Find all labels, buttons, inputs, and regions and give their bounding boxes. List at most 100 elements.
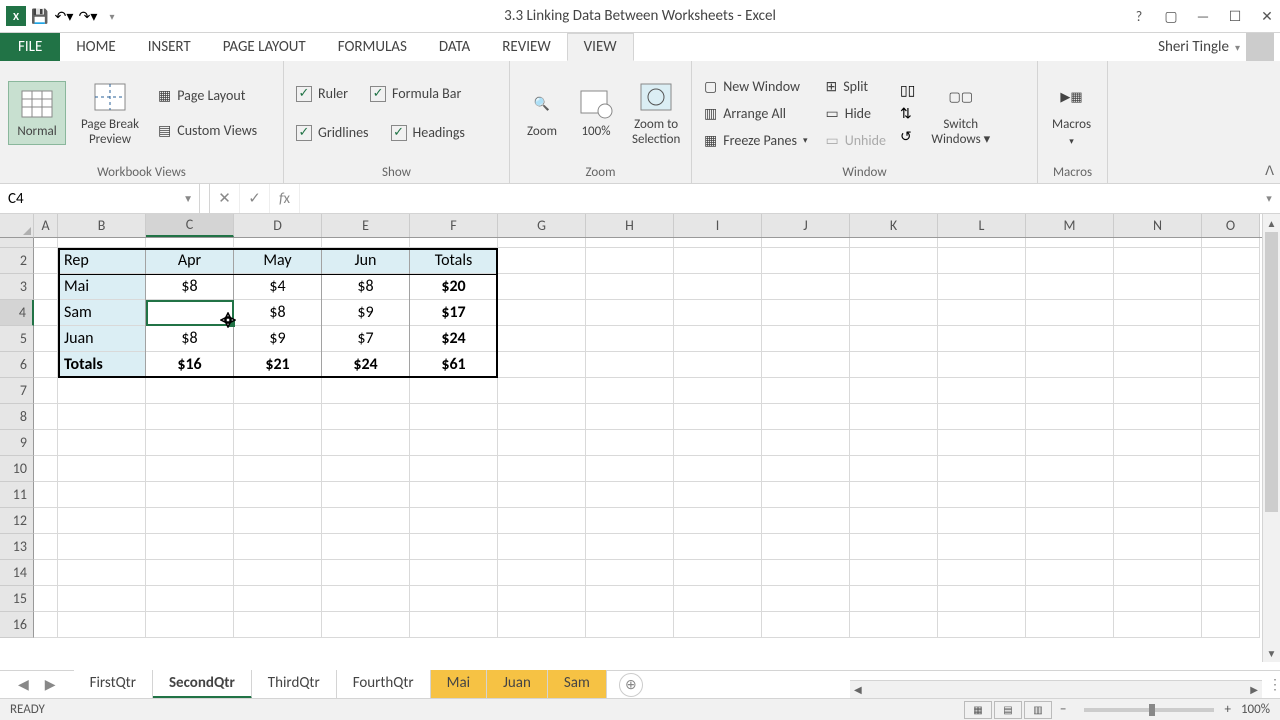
col-header-J[interactable]: J	[762, 214, 850, 237]
fx-icon[interactable]: fx	[270, 184, 300, 213]
col-header-F[interactable]: F	[410, 214, 498, 237]
cell-J13[interactable]	[762, 534, 850, 560]
cell-H11[interactable]	[586, 482, 674, 508]
cell-E11[interactable]	[322, 482, 410, 508]
cell-M[interactable]	[1026, 238, 1114, 248]
cell-D16[interactable]	[234, 612, 322, 638]
cell-D15[interactable]	[234, 586, 322, 612]
cell-O4[interactable]	[1202, 300, 1260, 326]
gridlines-checkbox[interactable]: ✓Gridlines	[292, 122, 373, 143]
reset-pos-icon[interactable]: ↺	[900, 128, 915, 145]
tab-data[interactable]: DATA	[423, 33, 486, 61]
col-header-D[interactable]: D	[234, 214, 322, 237]
cell-E13[interactable]	[322, 534, 410, 560]
cell-E10[interactable]	[322, 456, 410, 482]
cell-M2[interactable]	[1026, 248, 1114, 274]
cell-I10[interactable]	[674, 456, 762, 482]
cell-D9[interactable]	[234, 430, 322, 456]
cell-L3[interactable]	[938, 274, 1026, 300]
cell-G11[interactable]	[498, 482, 586, 508]
cell-D6[interactable]: $21	[234, 352, 322, 378]
cell-N3[interactable]	[1114, 274, 1202, 300]
select-all-corner[interactable]	[0, 214, 34, 238]
cell-C8[interactable]	[146, 404, 234, 430]
cell-D[interactable]	[234, 238, 322, 248]
cell-L7[interactable]	[938, 378, 1026, 404]
column-headers[interactable]: ABCDEFGHIJKLMNO	[34, 214, 1262, 238]
cell-C12[interactable]	[146, 508, 234, 534]
cell-O14[interactable]	[1202, 560, 1260, 586]
cell-K10[interactable]	[850, 456, 938, 482]
cell-K12[interactable]	[850, 508, 938, 534]
row-headers[interactable]: 2345678910111213141516	[0, 238, 34, 662]
avatar[interactable]	[1246, 33, 1274, 61]
cell-I9[interactable]	[674, 430, 762, 456]
cell-I8[interactable]	[674, 404, 762, 430]
headings-checkbox[interactable]: ✓Headings	[387, 122, 469, 143]
cell-O3[interactable]	[1202, 274, 1260, 300]
cell-K2[interactable]	[850, 248, 938, 274]
cell-N11[interactable]	[1114, 482, 1202, 508]
cell-A9[interactable]	[34, 430, 58, 456]
collapse-ribbon-icon[interactable]: ᐱ	[1265, 164, 1274, 179]
cell-A[interactable]	[34, 238, 58, 248]
sheet-tab-sam[interactable]: Sam	[548, 670, 607, 699]
tab-insert[interactable]: INSERT	[132, 33, 207, 61]
cell-K8[interactable]	[850, 404, 938, 430]
cell-J16[interactable]	[762, 612, 850, 638]
zoom-out-icon[interactable]: −	[1052, 702, 1074, 717]
cell-H9[interactable]	[586, 430, 674, 456]
cell-M3[interactable]	[1026, 274, 1114, 300]
cell-A11[interactable]	[34, 482, 58, 508]
status-normal-view-icon[interactable]: ▦	[964, 701, 992, 719]
row-header-6[interactable]: 6	[0, 352, 34, 378]
cell-M12[interactable]	[1026, 508, 1114, 534]
cell-B[interactable]	[58, 238, 146, 248]
status-page-break-icon[interactable]: ▥	[1024, 701, 1052, 719]
sheet-tab-fourthqtr[interactable]: FourthQtr	[337, 670, 431, 699]
status-page-layout-icon[interactable]: ▤	[994, 701, 1022, 719]
cell-O2[interactable]	[1202, 248, 1260, 274]
cell-N12[interactable]	[1114, 508, 1202, 534]
cell-J3[interactable]	[762, 274, 850, 300]
cell-F2[interactable]: Totals	[410, 248, 498, 274]
tab-formulas[interactable]: FORMULAS	[322, 33, 423, 61]
col-header-I[interactable]: I	[674, 214, 762, 237]
cell-E9[interactable]	[322, 430, 410, 456]
cell-F11[interactable]	[410, 482, 498, 508]
cell-I11[interactable]	[674, 482, 762, 508]
row-header-13[interactable]: 13	[0, 534, 34, 560]
cell-I6[interactable]	[674, 352, 762, 378]
hide-button[interactable]: ▭Hide	[821, 103, 889, 124]
cell-A6[interactable]	[34, 352, 58, 378]
cell-D4[interactable]: $8	[234, 300, 322, 326]
normal-view-button[interactable]: Normal	[8, 81, 66, 144]
cell-D3[interactable]: $4	[234, 274, 322, 300]
vertical-scrollbar[interactable]: ▲ ▼	[1262, 214, 1280, 662]
cell-M9[interactable]	[1026, 430, 1114, 456]
cell-D2[interactable]: May	[234, 248, 322, 274]
name-box[interactable]: C4▼	[0, 184, 200, 213]
cell-N7[interactable]	[1114, 378, 1202, 404]
cell-I12[interactable]	[674, 508, 762, 534]
cell-B15[interactable]	[58, 586, 146, 612]
cell-G5[interactable]	[498, 326, 586, 352]
cell-M5[interactable]	[1026, 326, 1114, 352]
cell-O15[interactable]	[1202, 586, 1260, 612]
cell-M8[interactable]	[1026, 404, 1114, 430]
cell-O13[interactable]	[1202, 534, 1260, 560]
cell-M7[interactable]	[1026, 378, 1114, 404]
cell-F10[interactable]	[410, 456, 498, 482]
cell-C6[interactable]: $16	[146, 352, 234, 378]
unhide-button[interactable]: ▭Unhide	[821, 130, 889, 151]
maximize-icon[interactable]: ☐	[1226, 7, 1244, 25]
sync-scroll-icon[interactable]: ⇅	[900, 105, 915, 122]
col-header-K[interactable]: K	[850, 214, 938, 237]
col-header-N[interactable]: N	[1114, 214, 1202, 237]
namebox-dropdown-icon[interactable]: ▼	[183, 192, 193, 205]
cell-K15[interactable]	[850, 586, 938, 612]
cell-J7[interactable]	[762, 378, 850, 404]
cell-J5[interactable]	[762, 326, 850, 352]
cell-J[interactable]	[762, 238, 850, 248]
cell-F9[interactable]	[410, 430, 498, 456]
